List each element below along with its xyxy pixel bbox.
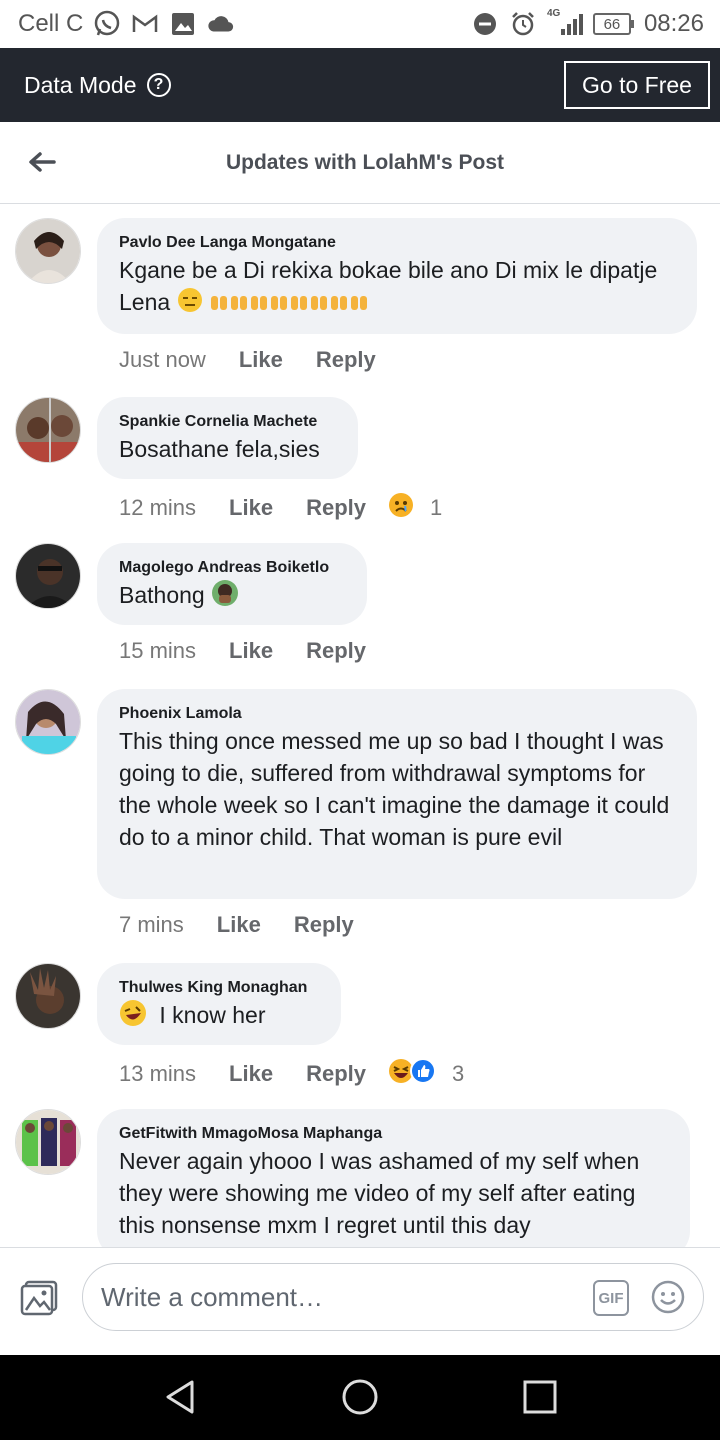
- battery-level: 66: [592, 13, 631, 35]
- comment-bubble[interactable]: Thulwes King Monaghan I know her: [97, 963, 341, 1045]
- back-triangle-icon[interactable]: [160, 1377, 200, 1417]
- reaction-summary[interactable]: 1: [388, 492, 442, 524]
- gmail-icon: [131, 10, 159, 38]
- comment-text-wrap: I know her: [119, 999, 319, 1035]
- expressionless-emoji-icon: [177, 287, 203, 321]
- recents-square-icon[interactable]: [520, 1377, 560, 1417]
- help-icon[interactable]: ?: [146, 73, 171, 97]
- reply-button[interactable]: Reply: [294, 912, 354, 938]
- avatar[interactable]: [15, 689, 81, 755]
- comment-composer: Write a comment… GIF: [0, 1247, 720, 1355]
- avatar[interactable]: [15, 218, 81, 284]
- comment-actions: 12 mins Like Reply 1: [119, 492, 442, 524]
- rofl-emoji-icon: [119, 999, 147, 1035]
- clock: 08:26: [643, 10, 704, 37]
- comment-bubble[interactable]: Pavlo Dee Langa Mongatane Kgane be a Di …: [97, 218, 697, 334]
- comment-time: Just now: [119, 347, 206, 372]
- do-not-disturb-icon: [471, 10, 499, 38]
- comment-input[interactable]: Write a comment… GIF: [82, 1263, 704, 1331]
- comment-time: 15 mins: [119, 638, 197, 663]
- alarm-icon: [509, 10, 537, 38]
- avatar[interactable]: [15, 543, 81, 609]
- signal-icon: 4G: [546, 8, 583, 38]
- whatsapp-icon: [93, 10, 121, 38]
- sad-reaction-icon: [388, 492, 414, 524]
- comment-input-placeholder: Write a comment…: [101, 1282, 324, 1312]
- comment-bubble[interactable]: Magolego Andreas Boiketlo Bathong: [97, 543, 367, 625]
- comment-time: 7 mins: [119, 912, 184, 937]
- comment-bubble[interactable]: Spankie Cornelia Machete Bosathane fela,…: [97, 397, 358, 479]
- reaction-count: 3: [452, 1061, 465, 1086]
- like-button[interactable]: Like: [239, 347, 283, 373]
- comment-actions: 13 mins Like Reply 3: [119, 1058, 464, 1090]
- data-mode-label: Data Mode: [24, 71, 137, 98]
- page-title: Updates with LolahM's Post: [225, 150, 504, 174]
- like-button[interactable]: Like: [229, 495, 273, 521]
- comment-author[interactable]: GetFitwith MmagoMosa Maphanga: [119, 1123, 668, 1145]
- comment-author[interactable]: Spankie Cornelia Machete: [119, 411, 336, 433]
- cloud-icon: [207, 10, 235, 38]
- comment-text: Never again yhooo I was ashamed of my se…: [119, 1148, 640, 1238]
- status-bar: Cell C 4G 66 08:26: [0, 0, 720, 48]
- comment-actions: 7 mins Like Reply: [119, 912, 354, 938]
- back-arrow-icon[interactable]: [24, 144, 60, 180]
- data-mode-bar: Data Mode ? Go to Free: [0, 48, 720, 122]
- facepalm-emoji-icon: [211, 579, 239, 615]
- like-button[interactable]: Like: [229, 638, 273, 664]
- comment-actions: Just now Like Reply: [119, 347, 376, 373]
- comment-bubble[interactable]: Phoenix Lamola This thing once messed me…: [97, 689, 697, 899]
- home-circle-icon[interactable]: [340, 1377, 380, 1417]
- carrier-label: Cell C: [18, 10, 84, 37]
- avatar[interactable]: [15, 397, 81, 463]
- avatar[interactable]: [15, 1109, 81, 1175]
- reply-button[interactable]: Reply: [306, 495, 366, 521]
- comment-text: Bosathane fela,sies: [119, 436, 320, 462]
- network-type-label: 4G: [546, 8, 561, 19]
- gallery-icon: [169, 10, 197, 38]
- like-reaction-icon: [410, 1058, 436, 1090]
- system-nav-bar: [0, 1355, 720, 1440]
- like-button[interactable]: Like: [229, 1061, 273, 1087]
- like-button[interactable]: Like: [217, 912, 261, 938]
- comment-actions: 15 mins Like Reply: [119, 638, 366, 664]
- gif-button[interactable]: GIF: [593, 1280, 629, 1316]
- raising-hands-emoji-icon: [209, 288, 369, 320]
- comment-time: 13 mins: [119, 1061, 197, 1086]
- reaction-summary[interactable]: 3: [388, 1058, 464, 1090]
- reply-button[interactable]: Reply: [316, 347, 376, 373]
- reaction-count: 1: [430, 495, 443, 520]
- photo-icon[interactable]: [20, 1280, 60, 1320]
- data-mode-title: Data Mode ?: [24, 72, 171, 99]
- comment-text: I know her: [159, 1002, 266, 1029]
- comment-author[interactable]: Magolego Andreas Boiketlo: [119, 557, 345, 579]
- comment-time: 12 mins: [119, 495, 197, 520]
- comment-list: Pavlo Dee Langa Mongatane Kgane be a Di …: [0, 205, 720, 1247]
- comment-text: This thing once messed me up so bad I th…: [119, 728, 670, 850]
- comment-author[interactable]: Phoenix Lamola: [119, 703, 675, 725]
- battery-icon: 66: [592, 13, 634, 35]
- comment-text: Bathong: [119, 582, 205, 609]
- comment-author[interactable]: Thulwes King Monaghan: [119, 977, 319, 999]
- comment-text-wrap: Kgane be a Di rekixa bokae bile ano Di m…: [119, 254, 675, 321]
- go-to-free-button[interactable]: Go to Free: [564, 61, 710, 109]
- page-header: Updates with LolahM's Post: [0, 122, 720, 204]
- comment-author[interactable]: Pavlo Dee Langa Mongatane: [119, 232, 675, 254]
- emoji-icon[interactable]: [651, 1280, 685, 1314]
- comment-bubble[interactable]: GetFitwith MmagoMosa Maphanga Never agai…: [97, 1109, 690, 1247]
- comment-text-wrap: Bathong: [119, 579, 345, 615]
- avatar[interactable]: [15, 963, 81, 1029]
- reply-button[interactable]: Reply: [306, 1061, 366, 1087]
- reply-button[interactable]: Reply: [306, 638, 366, 664]
